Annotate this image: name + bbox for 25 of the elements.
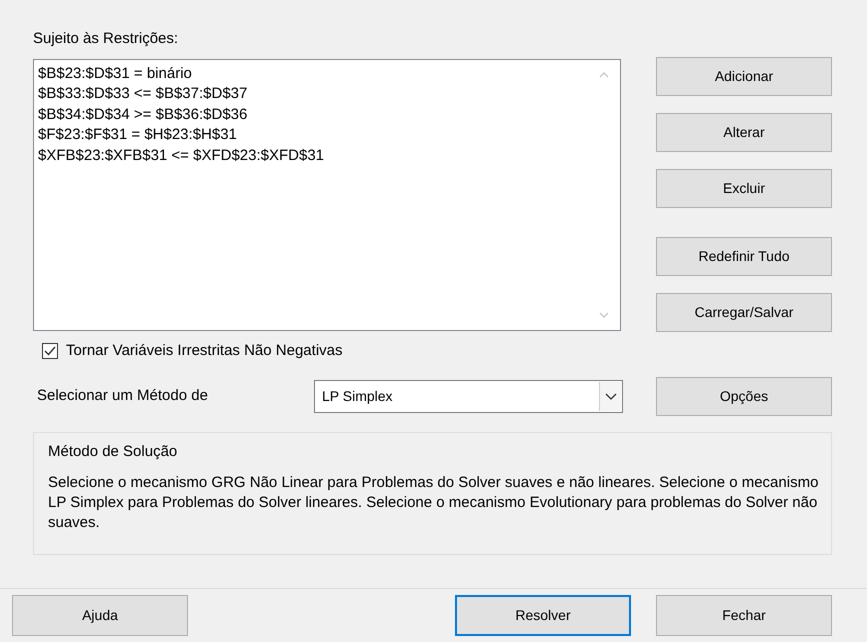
- dialog-button[interactable]: Ajuda: [12, 595, 188, 636]
- constraint-item[interactable]: $XFB$23:$XFB$31 <= $XFD$23:$XFD$31: [38, 146, 592, 166]
- section-title: Método de Solução: [48, 442, 178, 462]
- method-description: Selecione o mecanismo GRG Não Linear para Problemas do Solver suaves e não lineares. Selecione o mecanismo LP Simplex para Problemas do Solver lineares. Selecione o mecanismo Evolutionary para problemas do Solver não suaves.: [48, 473, 820, 533]
- method-label: Selecionar um Método de: [36, 386, 209, 406]
- dialog-button[interactable]: Fechar: [656, 595, 832, 636]
- dialog-button[interactable]: Resolver: [455, 595, 631, 636]
- action-button[interactable]: Redefinir Tudo: [656, 237, 832, 276]
- constraint-item[interactable]: $B$23:$D$31 = binário: [38, 64, 592, 84]
- constraints-label: Sujeito às Restrições:: [33, 29, 178, 49]
- scroll-up-icon[interactable]: [599, 72, 609, 78]
- checkbox[interactable]: [42, 343, 58, 360]
- scroll-down-icon[interactable]: [599, 312, 609, 318]
- action-button[interactable]: Adicionar: [656, 57, 832, 96]
- chevron-down-icon: [604, 392, 616, 400]
- action-button[interactable]: Excluir: [656, 169, 832, 208]
- constraints-list[interactable]: $B$23:$D$31 = binário $B$33:$D$33 <= $B$37:$D$37 $B$34:$D$34 >= $B$36:$D$36 $F$23:$F$31 = $H$23:$H$31 $XFB$23:$XFB$31 <= $XFD$23:$XFD$31: [33, 58, 621, 330]
- constraint-item[interactable]: $F$23:$F$31 = $H$23:$H$31: [38, 125, 592, 146]
- checkbox-label[interactable]: Tornar Variáveis Irrestritas Não Negativas: [66, 340, 342, 362]
- constraint-item[interactable]: $B$33:$D$33 <= $B$37:$D$37: [38, 84, 592, 104]
- constraint-item[interactable]: $B$34:$D$34 >= $B$36:$D$36: [38, 104, 592, 125]
- options-button[interactable]: Opções: [656, 376, 832, 416]
- action-button[interactable]: Carregar/Salvar: [656, 293, 832, 332]
- method-dropdown[interactable]: LP Simplex: [314, 380, 623, 412]
- action-button[interactable]: Alterar: [656, 113, 832, 152]
